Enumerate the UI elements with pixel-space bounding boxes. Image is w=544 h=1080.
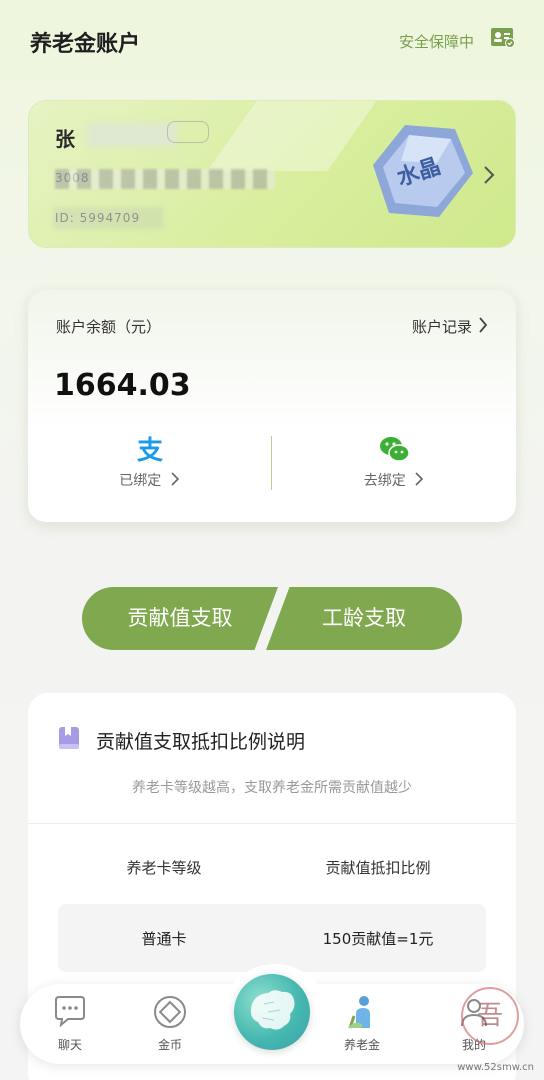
seniority-withdraw-button[interactable]: 工龄支取 xyxy=(266,587,462,650)
coin-icon xyxy=(154,996,186,1028)
masked-name xyxy=(87,123,177,147)
alipay-status: 已绑定 xyxy=(119,473,162,489)
nav-label-coins: 金币 xyxy=(157,1038,182,1052)
nav-label-pension: 养老金 xyxy=(343,1038,380,1052)
table-header-ratio: 贡献值抵扣比例 xyxy=(325,859,431,877)
nav-item-pension[interactable]: 养老金 xyxy=(326,992,398,1058)
balance-label: 账户余额（元） xyxy=(56,318,162,336)
crystal-level-icon: 水晶 xyxy=(373,125,473,217)
watermark-text: www.52smw.cn xyxy=(457,1062,534,1073)
table-header-level: 养老卡等级 xyxy=(126,859,202,877)
alipay-icon: 支 xyxy=(136,436,162,464)
svg-text:支: 支 xyxy=(136,436,162,464)
balance-panel: 账户余额（元） 账户记录 1664.03 支 已绑定 去绑定 xyxy=(28,290,516,522)
table-cell-level: 普通卡 xyxy=(141,930,187,948)
nav-item-map[interactable] xyxy=(234,974,310,1050)
alipay-binding[interactable]: 支 已绑定 xyxy=(28,430,271,500)
watermark-seal: 吾 xyxy=(461,987,519,1045)
chevron-right-icon xyxy=(415,472,424,486)
nav-item-chat[interactable]: 聊天 xyxy=(34,992,106,1058)
nav-label-chat: 聊天 xyxy=(57,1038,82,1052)
header: 养老金账户 安全保障中 xyxy=(0,0,544,80)
chevron-right-icon[interactable] xyxy=(483,165,495,185)
elderly-person-icon xyxy=(348,996,370,1029)
nav-item-coins[interactable]: 金币 xyxy=(134,992,206,1058)
id-card-check-icon[interactable] xyxy=(490,27,516,49)
info-subtitle: 养老卡等级越高，支取养老金所需贡献值越少 xyxy=(132,780,412,796)
pension-card[interactable]: 张 3008 ID: 5994709 水晶 xyxy=(28,100,516,248)
security-status[interactable]: 安全保障中 xyxy=(399,31,474,52)
balance-amount: 1664.03 xyxy=(54,368,191,403)
card-level-badge xyxy=(167,121,209,143)
table-cell-ratio: 150贡献值=1元 xyxy=(322,930,434,948)
table-row: 普通卡 150贡献值=1元 xyxy=(58,904,486,972)
info-title: 贡献值支取抵扣比例说明 xyxy=(96,731,306,753)
china-map-icon xyxy=(250,990,295,1030)
chevron-right-icon xyxy=(171,472,179,486)
chat-bubble-icon xyxy=(55,996,85,1028)
masked-card-id xyxy=(53,207,163,229)
masked-card-number xyxy=(55,169,275,189)
chevron-right-icon[interactable] xyxy=(478,316,488,334)
contribution-withdraw-button[interactable]: 贡献值支取 xyxy=(82,587,278,650)
account-record-link[interactable]: 账户记录 xyxy=(412,316,472,337)
card-holder-name: 张 xyxy=(55,127,75,151)
svg-text:吾: 吾 xyxy=(477,1001,503,1031)
divider xyxy=(28,823,516,824)
wechat-icon xyxy=(380,437,410,462)
wechat-binding[interactable]: 去绑定 xyxy=(272,430,516,500)
page-title: 养老金账户 xyxy=(30,32,141,57)
card-decoration xyxy=(207,101,391,171)
bookmark-book-icon xyxy=(59,727,79,749)
wechat-status: 去绑定 xyxy=(363,473,406,489)
